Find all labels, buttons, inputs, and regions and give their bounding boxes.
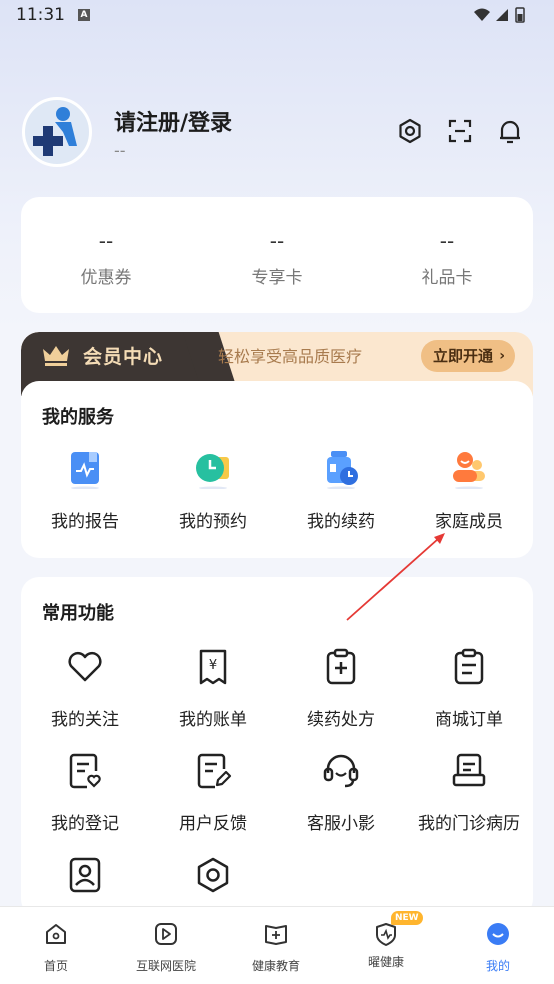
exclusive-card-stat[interactable]: -- 专享卡 [192,229,362,288]
medical-record-icon [452,753,486,787]
medicine-refill-icon [327,451,358,490]
chevron-right-icon: › [499,348,505,364]
settings-icon[interactable] [396,117,424,145]
function-item-settings-partial[interactable] [149,855,277,899]
function-label-feedback: 用户反馈 [179,814,247,834]
function-label-registration: 我的登记 [51,814,119,834]
service-label-family: 家庭成员 [435,512,503,532]
nav-label-mine: 我的 [485,959,510,973]
my-services-card: 我的服务 我的报告 我的预约 我的续药 家庭成员 [21,381,533,558]
profile-subtitle: -- [114,141,126,160]
gift-card-label: 礼品卡 [421,268,473,288]
new-badge: NEW [391,911,423,925]
home-icon [46,924,66,944]
vip-description: 轻松享受高品质医疗 [218,347,363,366]
order-icon [454,648,484,685]
function-item-feedback[interactable]: 用户反馈 [149,751,277,834]
registration-icon [69,753,101,789]
bottom-nav: 首页 互联网医院 健康教育 NEW 曜健康 我的 [0,906,554,984]
crown-icon [43,346,69,366]
profile-icon [487,923,509,945]
function-label-customer-service: 客服小影 [307,814,375,834]
system-status-icons [474,7,525,23]
function-item-bill[interactable]: ¥ 我的账单 [149,647,277,730]
notification-badge: A [78,9,90,21]
service-item-appointment[interactable]: 我的预约 [149,449,277,532]
activate-vip-label: 立即开通 [433,347,494,365]
scan-icon[interactable] [446,117,474,145]
play-icon [155,923,177,945]
function-item-follow[interactable]: 我的关注 [21,647,149,730]
feedback-icon [197,753,232,789]
avatar[interactable] [22,97,92,167]
common-functions-title: 常用功能 [42,603,114,624]
user-card-icon [69,857,101,893]
coupon-label: 优惠券 [80,268,132,288]
function-label-bill: 我的账单 [179,710,247,730]
profile-header: 请注册/登录 -- [22,97,532,169]
family-members-icon [453,452,485,490]
nav-item-home[interactable]: 首页 [1,921,111,974]
gift-card-count: -- [439,229,455,253]
function-label-order: 商城订单 [435,710,503,730]
nav-label-health-education: 健康教育 [251,959,300,973]
my-services-title: 我的服务 [42,407,114,428]
nav-item-internet-hospital[interactable]: 互联网医院 [111,921,221,974]
function-item-customer-service[interactable]: 客服小影 [277,751,405,834]
function-label-prescription: 续药处方 [307,710,375,730]
bell-icon[interactable] [496,117,524,145]
function-label-follow: 我的关注 [51,710,119,730]
heart-icon [68,652,102,682]
settings-hexagon-icon [197,857,229,893]
nav-item-health-education[interactable]: 健康教育 [221,921,331,974]
nav-item-yao-health[interactable]: NEW 曜健康 [331,911,441,970]
exclusive-card-label: 专享卡 [251,268,303,288]
nav-label-internet-hospital: 互联网医院 [135,959,196,973]
vip-title: 会员中心 [83,346,164,368]
status-bar: 11:31 A [0,0,554,32]
hospital-logo-icon [33,107,77,156]
service-item-report[interactable]: 我的报告 [21,449,149,532]
coupon-count: -- [98,229,114,253]
coupon-stat[interactable]: -- 优惠券 [21,229,191,288]
login-register-link[interactable]: 请注册/登录 [114,105,232,137]
service-item-refill[interactable]: 我的续药 [277,449,405,532]
function-item-prescription[interactable]: 续药处方 [277,647,405,730]
status-time: 11:31 [16,5,65,25]
report-icon [71,452,99,490]
function-item-profile-partial[interactable] [21,855,149,899]
service-label-refill: 我的续药 [307,512,375,532]
function-label-medical-record: 我的门诊病历 [418,814,520,834]
bill-icon: ¥ [199,649,227,685]
appointment-icon [196,454,229,490]
nav-label-yao-health: 曜健康 [367,955,404,969]
customer-service-icon [323,754,359,788]
svg-text:¥: ¥ [209,658,217,673]
activate-vip-button[interactable]: 立即开通 › [421,340,515,372]
prescription-icon [326,648,356,685]
service-label-report: 我的报告 [51,512,119,532]
gift-card-stat[interactable]: -- 礼品卡 [362,229,532,288]
function-item-registration[interactable]: 我的登记 [21,751,149,834]
nav-item-mine[interactable]: 我的 [443,921,553,974]
function-item-medical-record[interactable]: 我的门诊病历 [405,751,533,834]
service-item-family[interactable]: 家庭成员 [405,449,533,532]
book-icon [265,925,287,945]
assets-card: -- 优惠券 -- 专享卡 -- 礼品卡 [21,197,533,313]
service-label-appointment: 我的预约 [179,512,247,532]
function-item-order[interactable]: 商城订单 [405,647,533,730]
common-functions-card: 常用功能 我的关注 ¥ 我的账单 续药处方 商城订单 我的登记 用户反馈 客服小… [21,577,533,917]
nav-label-home: 首页 [43,959,68,973]
exclusive-card-count: -- [269,229,285,253]
